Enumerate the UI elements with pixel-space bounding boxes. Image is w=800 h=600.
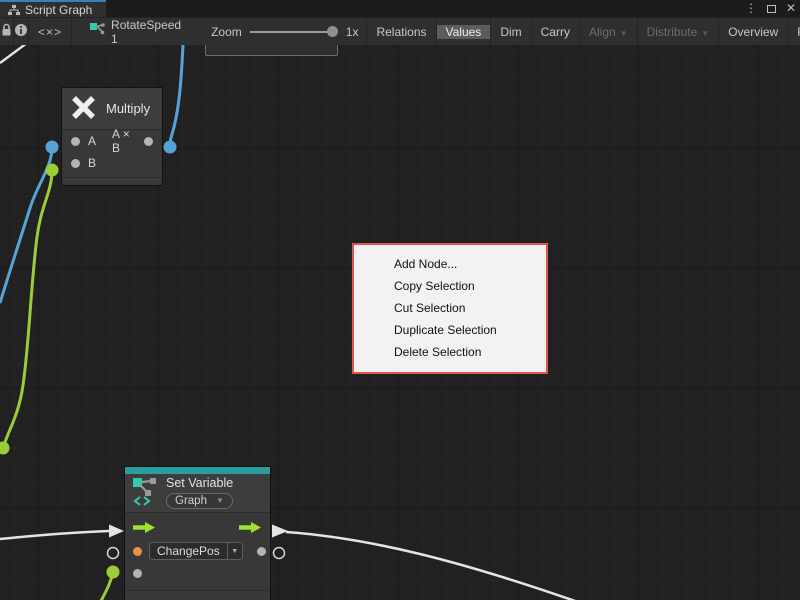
- dim-button[interactable]: Dim: [491, 25, 530, 39]
- variable-name-port[interactable]: [133, 547, 142, 556]
- close-icon[interactable]: ✕: [786, 0, 796, 17]
- value-row: [125, 562, 270, 584]
- wire-arrowhead: [272, 525, 288, 538]
- chevron-down-icon: ▼: [620, 29, 628, 38]
- script-graph-node-icon: [90, 23, 105, 40]
- lock-icon: [0, 23, 13, 40]
- kebab-menu-icon[interactable]: ⋮: [745, 0, 757, 17]
- code-view-button[interactable]: <×>: [29, 18, 72, 45]
- values-button[interactable]: Values: [437, 25, 491, 39]
- graph-reference-label: RotateSpeed 1: [111, 18, 181, 46]
- chevron-down-icon: ▼: [227, 543, 242, 559]
- output-port[interactable]: [144, 137, 153, 146]
- node-title: Set Variable: [166, 476, 264, 490]
- tab-bar: Script Graph ⋮ ✕: [0, 0, 800, 17]
- port-label: A: [88, 134, 96, 148]
- info-icon: [14, 23, 28, 40]
- unconnected-port-ring[interactable]: [274, 548, 285, 559]
- set-variable-header[interactable]: Set Variable Graph ▼: [125, 474, 270, 513]
- graph-canvas[interactable]: Multiply A A × B B: [0, 45, 800, 600]
- align-button[interactable]: Align▼: [580, 25, 637, 39]
- variable-scope-dropdown[interactable]: Graph ▼: [166, 493, 233, 509]
- value-input-port[interactable]: [133, 569, 142, 578]
- wire-blue-input: [0, 147, 52, 303]
- overview-button[interactable]: Overview: [719, 25, 787, 39]
- set-variable-icon: [132, 476, 166, 509]
- multiply-icon: [70, 94, 97, 124]
- graph-reference[interactable]: RotateSpeed 1: [72, 18, 191, 45]
- multiply-node-header[interactable]: Multiply: [62, 88, 162, 130]
- node-footer: [62, 177, 162, 185]
- variable-output-port[interactable]: [257, 547, 266, 556]
- port-row: B: [62, 152, 162, 174]
- zoom-control: Zoom 1x: [191, 18, 366, 45]
- menu-item-duplicate-selection[interactable]: Duplicate Selection: [354, 319, 546, 341]
- input-port-b[interactable]: [71, 159, 80, 168]
- wire-green-input: [3, 170, 52, 448]
- wire-blue-endpoint: [46, 141, 59, 154]
- graph-toolbar: <×> RotateSpeed 1 Zoom 1x Relations Valu…: [0, 17, 800, 45]
- trigger-out-icon[interactable]: [239, 522, 262, 536]
- wire-green-endpoint: [0, 442, 10, 455]
- tab-label: Script Graph: [25, 3, 92, 17]
- wire-arrowhead: [109, 525, 124, 538]
- port-label: A × B: [112, 127, 136, 155]
- zoom-value: 1x: [346, 25, 359, 39]
- fullscreen-button[interactable]: Full Screen: [788, 25, 800, 39]
- chevron-down-icon: ▼: [216, 496, 224, 505]
- unconnected-port-ring[interactable]: [108, 548, 119, 559]
- variable-row: ChangePos ▼: [125, 540, 270, 562]
- trigger-in-icon[interactable]: [133, 522, 156, 536]
- relations-button[interactable]: Relations: [367, 25, 435, 39]
- wire-blue-output: [170, 45, 183, 147]
- context-menu: Add Node... Copy Selection Cut Selection…: [352, 243, 548, 374]
- wire-green-endpoint: [46, 164, 59, 177]
- menu-item-delete-selection[interactable]: Delete Selection: [354, 341, 546, 363]
- node-title: Multiply: [106, 101, 150, 116]
- wire-white-stub: [0, 45, 27, 63]
- chevron-down-icon: ▼: [701, 29, 709, 38]
- lock-button[interactable]: [0, 18, 14, 45]
- tab-script-graph[interactable]: Script Graph: [0, 0, 106, 17]
- toolbar-buttons: Relations Values Dim Carry Align▼ Distri…: [366, 18, 800, 45]
- set-variable-node[interactable]: Set Variable Graph ▼ ChangePos ▼: [125, 467, 270, 600]
- menu-item-copy-selection[interactable]: Copy Selection: [354, 275, 546, 297]
- distribute-button[interactable]: Distribute▼: [638, 25, 719, 39]
- zoom-label: Zoom: [211, 25, 242, 39]
- variable-dropdown[interactable]: ChangePos ▼: [149, 542, 243, 560]
- node-accent-bar: [125, 467, 270, 474]
- wire-white-output: [286, 532, 575, 600]
- menu-item-cut-selection[interactable]: Cut Selection: [354, 297, 546, 319]
- wire-green-bottom: [101, 572, 113, 600]
- input-port-a[interactable]: [71, 137, 80, 146]
- trigger-row: [125, 518, 270, 540]
- port-row: A A × B: [62, 130, 162, 152]
- zoom-slider-track: [250, 31, 332, 33]
- zoom-slider[interactable]: [250, 25, 338, 39]
- wire-blue-endpoint: [164, 141, 177, 154]
- wire-green-endpoint: [107, 566, 120, 579]
- node-footer: [125, 590, 270, 600]
- window-controls: ⋮ ✕: [745, 0, 796, 17]
- graph-hierarchy-icon: [8, 4, 20, 16]
- carry-button[interactable]: Carry: [532, 25, 579, 39]
- port-label: B: [88, 156, 96, 170]
- maximize-icon[interactable]: [767, 5, 776, 13]
- wire-white-input: [0, 531, 109, 539]
- menu-item-add-node[interactable]: Add Node...: [354, 253, 546, 275]
- clipped-node-top[interactable]: [205, 45, 338, 56]
- multiply-node[interactable]: Multiply A A × B B: [62, 88, 162, 185]
- inspect-button[interactable]: [14, 18, 29, 45]
- zoom-slider-thumb[interactable]: [327, 26, 338, 37]
